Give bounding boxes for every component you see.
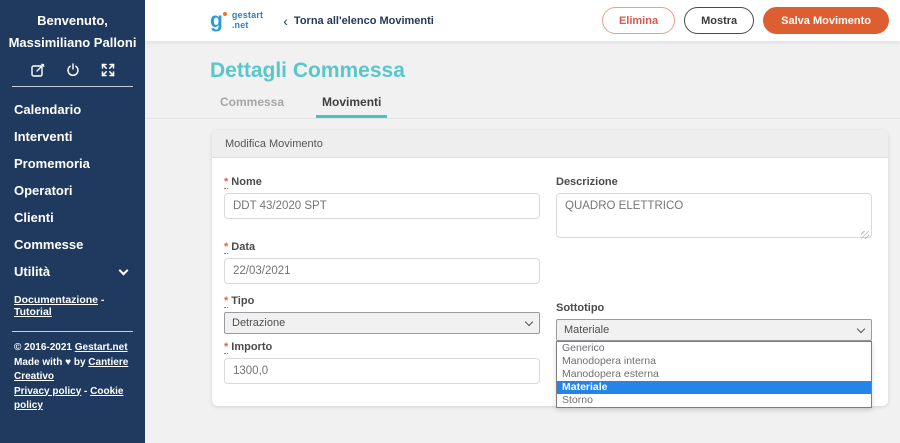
sidebar-divider-top <box>12 86 133 87</box>
back-to-movimenti-link[interactable]: ‹ Torna all'elenco Movimenti <box>283 15 434 27</box>
sidebar-item-label: Operatori <box>14 183 73 198</box>
required-asterisk: * <box>224 295 228 308</box>
sidebar-item-operatori[interactable]: Operatori <box>0 177 145 204</box>
tipo-select[interactable]: Detrazione <box>224 312 540 334</box>
sottotipo-select-value: Materiale <box>564 324 609 336</box>
option-generico[interactable]: Generico <box>557 342 871 355</box>
tab-commessa[interactable]: Commessa <box>214 93 290 118</box>
required-asterisk: * <box>224 241 228 254</box>
topbar: g gestart.net ‹ Torna all'elenco Movimen… <box>145 0 900 41</box>
page-title: Dettagli Commessa <box>210 59 405 83</box>
sidebar-divider-bottom <box>12 331 133 332</box>
tabs: Commessa Movimenti <box>145 93 900 119</box>
chevron-down-icon <box>857 324 865 332</box>
sidebar-docs: Documentazione - Tutorial <box>0 285 145 318</box>
descrizione-textarea[interactable]: QUADRO ELETTRICO <box>556 193 872 238</box>
policy-line: Privacy policy - Cookie policy <box>14 385 131 414</box>
logo-orange-dot <box>223 12 227 16</box>
welcome-line1: Benvenuto, <box>0 10 145 32</box>
sidebar-item-label: Clienti <box>14 210 54 225</box>
option-materiale[interactable]: Materiale <box>557 381 871 394</box>
sidebar-item-label: Utilità <box>14 264 50 279</box>
docs-separator: - <box>98 294 104 306</box>
nome-label: *Nome <box>224 176 540 188</box>
descrizione-label: Descrizione <box>556 176 872 188</box>
sidebar-menu: Calendario Interventi Promemoria Operato… <box>0 96 145 285</box>
gestart-link[interactable]: Gestart.net <box>75 342 128 353</box>
back-link-label: Torna all'elenco Movimenti <box>294 15 434 27</box>
required-asterisk: * <box>224 176 228 189</box>
gestart-logo[interactable]: g gestart.net <box>210 11 263 30</box>
card-header: Modifica Movimento <box>212 130 888 158</box>
form-left-column: *Nome *Data *Tipo Detrazione *Importo <box>224 176 540 384</box>
welcome-message: Benvenuto, Massimiliano Palloni <box>0 0 145 54</box>
tipo-field-group: *Tipo Detrazione <box>224 295 540 334</box>
tipo-label: *Tipo <box>224 295 540 307</box>
sottotipo-dropdown: Generico Manodopera interna Manodopera e… <box>556 341 872 408</box>
sidebar-item-label: Promemoria <box>14 156 90 171</box>
sidebar-item-label: Commesse <box>14 237 83 252</box>
movimento-form: *Nome *Data *Tipo Detrazione *Importo <box>212 158 888 384</box>
nome-field-group: *Nome <box>224 176 540 219</box>
descrizione-field-group: Descrizione QUADRO ELETTRICO <box>556 176 872 243</box>
welcome-username: Massimiliano Palloni <box>0 32 145 54</box>
copyright-text: © 2016-2021 <box>14 342 75 353</box>
sidebar-item-utilita[interactable]: Utilità <box>0 258 145 285</box>
nome-input[interactable] <box>224 193 540 219</box>
importo-input[interactable] <box>224 358 540 384</box>
tab-movimenti[interactable]: Movimenti <box>316 93 387 118</box>
credits-text: Made with ♥ by <box>14 357 88 368</box>
sidebar-item-clienti[interactable]: Clienti <box>0 204 145 231</box>
modifica-movimento-card: Modifica Movimento *Nome *Data *Tipo Det… <box>212 130 888 406</box>
sottotipo-label: Sottotipo <box>556 302 872 314</box>
option-manodopera-esterna[interactable]: Manodopera esterna <box>557 368 871 381</box>
chevron-left-icon: ‹ <box>283 16 288 26</box>
sidebar-item-label: Calendario <box>14 102 81 117</box>
data-label: *Data <box>224 241 540 253</box>
credits-line: Made with ♥ by Cantiere Creativo <box>14 356 131 385</box>
tipo-select-value: Detrazione <box>232 317 285 329</box>
resize-grip-icon[interactable] <box>861 231 869 239</box>
sidebar-icon-row <box>0 63 145 77</box>
form-right-column: Descrizione QUADRO ELETTRICO Sottotipo M… <box>556 176 872 384</box>
option-storno[interactable]: Storno <box>557 394 871 407</box>
documentazione-link[interactable]: Documentazione <box>14 294 98 306</box>
chevron-down-icon <box>525 317 533 325</box>
mostra-button[interactable]: Mostra <box>684 7 754 34</box>
sottotipo-select[interactable]: Materiale <box>556 319 872 341</box>
logo-text: gestart.net <box>232 11 263 30</box>
importo-label: *Importo <box>224 341 540 353</box>
data-field-group: *Data <box>224 241 540 284</box>
sidebar-item-calendario[interactable]: Calendario <box>0 96 145 123</box>
elimina-button[interactable]: Elimina <box>602 7 675 34</box>
privacy-policy-link[interactable]: Privacy policy <box>14 386 81 397</box>
sidebar-footer: © 2016-2021 Gestart.net Made with ♥ by C… <box>0 341 145 414</box>
tutorial-link[interactable]: Tutorial <box>14 306 52 318</box>
chevron-down-icon <box>119 265 129 275</box>
edit-icon[interactable] <box>31 63 45 77</box>
data-input[interactable] <box>224 258 540 284</box>
importo-field-group: *Importo <box>224 341 540 384</box>
sidebar-item-interventi[interactable]: Interventi <box>0 123 145 150</box>
main-content: Dettagli Commessa Commessa Movimenti Mod… <box>145 41 900 443</box>
topbar-buttons: Elimina Mostra Salva Movimento <box>602 7 889 34</box>
sidebar: Benvenuto, Massimiliano Palloni Calendar… <box>0 0 145 443</box>
expand-icon[interactable] <box>101 63 115 77</box>
policy-separator: - <box>81 386 90 397</box>
logo-g-mark: g <box>210 12 227 30</box>
sidebar-item-promemoria[interactable]: Promemoria <box>0 150 145 177</box>
copyright-line: © 2016-2021 Gestart.net <box>14 341 131 356</box>
sidebar-item-label: Interventi <box>14 129 73 144</box>
sidebar-item-commesse[interactable]: Commesse <box>0 231 145 258</box>
option-manodopera-interna[interactable]: Manodopera interna <box>557 355 871 368</box>
sottotipo-field-group: Sottotipo Materiale Generico Manodopera … <box>556 302 872 341</box>
power-icon[interactable] <box>66 63 80 77</box>
required-asterisk: * <box>224 341 228 354</box>
salva-movimento-button[interactable]: Salva Movimento <box>763 7 889 34</box>
